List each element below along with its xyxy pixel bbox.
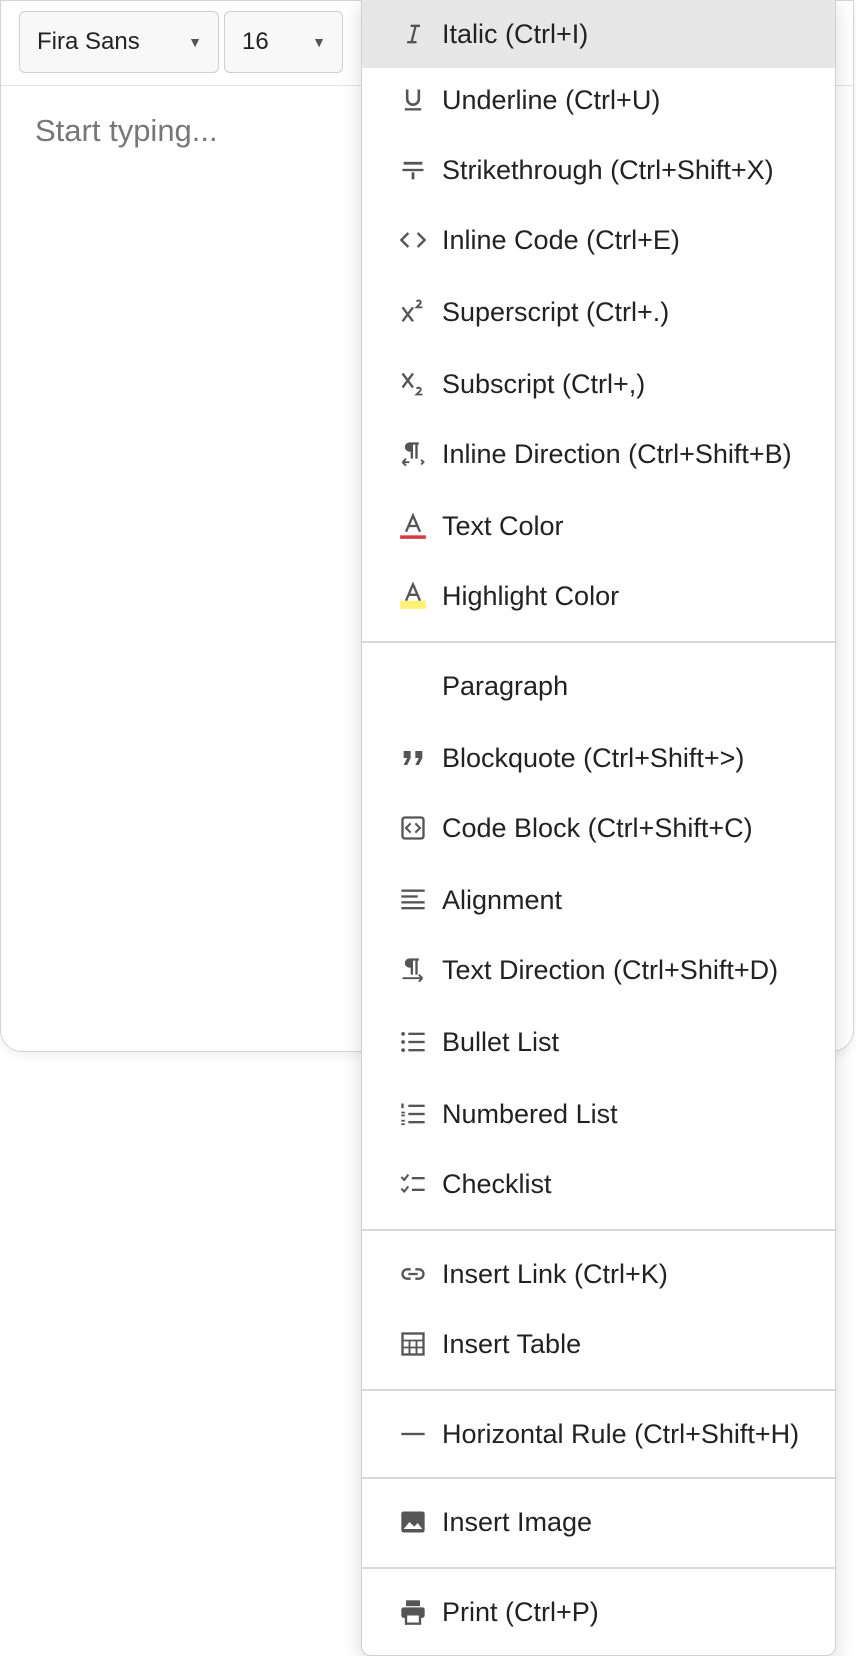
menu-item-numbered-list[interactable]: Numbered List	[362, 1080, 835, 1148]
menu-item-horizontal-rule[interactable]: Horizontal Rule (Ctrl+Shift+H)	[362, 1400, 835, 1468]
numbered-list-icon	[398, 1099, 428, 1129]
menu-item-label: Bullet List	[442, 1026, 560, 1057]
menu-item-label: Insert Table	[442, 1328, 582, 1359]
menu-item-label: Underline (Ctrl+U)	[442, 84, 661, 115]
menu-item-label: Print (Ctrl+P)	[442, 1596, 599, 1627]
underline-icon	[398, 85, 428, 115]
strikethrough-icon	[398, 155, 428, 185]
code-icon	[398, 225, 428, 255]
menu-item-label: Paragraph	[442, 670, 569, 701]
menu-item-inline-direction[interactable]: Inline Direction (Ctrl+Shift+B)	[362, 420, 835, 488]
menu-item-label: Text Direction (Ctrl+Shift+D)	[442, 954, 779, 985]
bullet-list-icon	[398, 1027, 428, 1057]
menu-item-label: Horizontal Rule (Ctrl+Shift+H)	[442, 1418, 800, 1449]
format-dropdown-menu: Italic (Ctrl+I) Underline (Ctrl+U) Strik…	[361, 0, 836, 1656]
menu-item-label: Text Color	[442, 510, 564, 541]
font-family-value: Fira Sans	[37, 28, 140, 55]
menu-separator	[362, 641, 835, 643]
highlight-color-icon	[398, 581, 428, 611]
blockquote-icon	[398, 743, 428, 773]
menu-item-label: Checklist	[442, 1168, 552, 1199]
image-icon	[398, 1507, 428, 1537]
text-color-icon	[398, 511, 428, 541]
menu-item-underline[interactable]: Underline (Ctrl+U)	[362, 66, 835, 134]
menu-item-label: Subscript (Ctrl+,)	[442, 368, 646, 399]
menu-item-text-color[interactable]: Text Color	[362, 492, 835, 560]
menu-item-label: Highlight Color	[442, 580, 620, 611]
menu-item-strikethrough[interactable]: Strikethrough (Ctrl+Shift+X)	[362, 136, 835, 204]
menu-item-label: Code Block (Ctrl+Shift+C)	[442, 812, 753, 843]
menu-item-inline-code[interactable]: Inline Code (Ctrl+E)	[362, 206, 835, 274]
menu-item-label: Superscript (Ctrl+.)	[442, 296, 670, 327]
menu-item-paragraph[interactable]: Paragraph	[362, 652, 835, 720]
menu-item-superscript[interactable]: Superscript (Ctrl+.)	[362, 278, 835, 346]
menu-item-alignment[interactable]: Alignment	[362, 866, 835, 934]
align-left-icon	[398, 885, 428, 915]
menu-item-checklist[interactable]: Checklist	[362, 1150, 835, 1218]
menu-item-text-direction[interactable]: Text Direction (Ctrl+Shift+D)	[362, 936, 835, 1004]
chevron-down-icon: ▼	[188, 34, 202, 50]
menu-item-label: Italic (Ctrl+I)	[442, 18, 589, 49]
inline-direction-icon	[398, 439, 428, 469]
menu-separator	[362, 1477, 835, 1479]
menu-item-label: Numbered List	[442, 1098, 618, 1129]
menu-item-highlight-color[interactable]: Highlight Color	[362, 562, 835, 630]
menu-item-label: Alignment	[442, 884, 563, 915]
italic-icon	[398, 19, 428, 49]
menu-item-label: Insert Link (Ctrl+K)	[442, 1258, 668, 1289]
table-icon	[398, 1329, 428, 1359]
menu-item-italic[interactable]: Italic (Ctrl+I)	[362, 0, 835, 68]
code-block-icon	[398, 813, 428, 843]
subscript-icon	[398, 369, 428, 399]
menu-item-label: Inline Direction (Ctrl+Shift+B)	[442, 438, 792, 469]
menu-item-label: Inline Code (Ctrl+E)	[442, 224, 680, 255]
horizontal-rule-icon	[398, 1419, 428, 1449]
menu-item-insert-link[interactable]: Insert Link (Ctrl+K)	[362, 1240, 835, 1308]
menu-separator	[362, 1567, 835, 1569]
menu-separator	[362, 1229, 835, 1231]
editor-placeholder: Start typing...	[35, 113, 218, 148]
superscript-icon	[398, 297, 428, 327]
menu-item-insert-image[interactable]: Insert Image	[362, 1488, 835, 1556]
menu-item-label: Strikethrough (Ctrl+Shift+X)	[442, 154, 774, 185]
menu-item-label: Insert Image	[442, 1506, 593, 1537]
link-icon	[398, 1259, 428, 1289]
menu-separator	[362, 1389, 835, 1391]
menu-item-bullet-list[interactable]: Bullet List	[362, 1008, 835, 1076]
font-family-select[interactable]: Fira Sans ▼	[19, 11, 219, 73]
font-size-value: 16	[242, 28, 269, 55]
checklist-icon	[398, 1169, 428, 1199]
text-direction-icon	[398, 955, 428, 985]
menu-item-print[interactable]: Print (Ctrl+P)	[362, 1578, 835, 1646]
chevron-down-icon: ▼	[312, 34, 326, 50]
menu-item-subscript[interactable]: Subscript (Ctrl+,)	[362, 350, 835, 418]
menu-item-code-block[interactable]: Code Block (Ctrl+Shift+C)	[362, 794, 835, 862]
editor-content[interactable]: Start typing...	[35, 113, 218, 149]
menu-item-blockquote[interactable]: Blockquote (Ctrl+Shift+>)	[362, 724, 835, 792]
font-size-select[interactable]: 16 ▼	[224, 11, 343, 73]
menu-item-label: Blockquote (Ctrl+Shift+>)	[442, 742, 745, 773]
print-icon	[398, 1597, 428, 1627]
menu-item-insert-table[interactable]: Insert Table	[362, 1310, 835, 1378]
